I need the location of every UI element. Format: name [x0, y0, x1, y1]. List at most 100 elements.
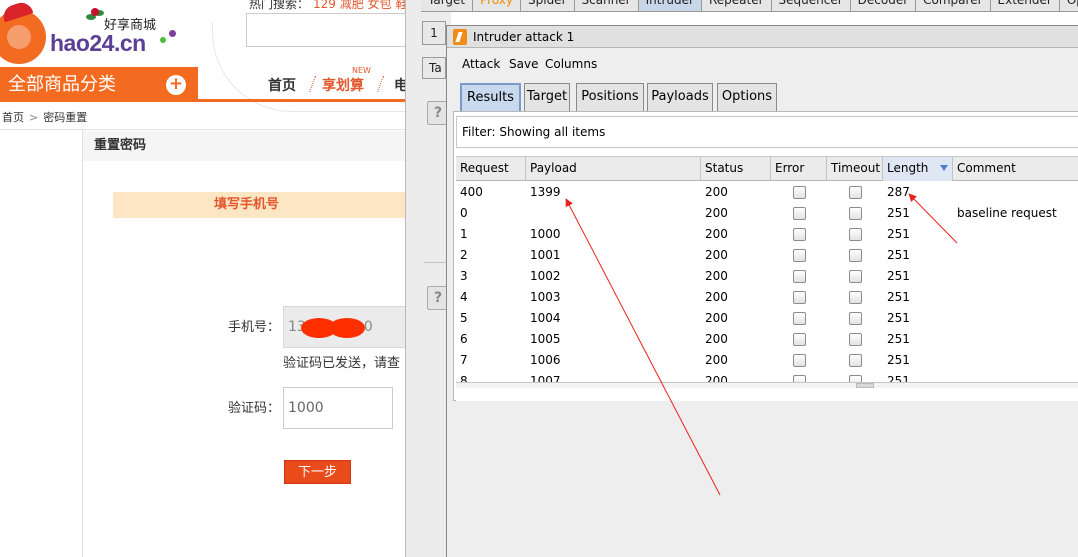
redaction-scribble: [301, 318, 365, 338]
timeout-checkbox[interactable]: [849, 333, 862, 346]
cell-request: 1: [460, 227, 468, 241]
menu-attack[interactable]: Attack: [462, 57, 500, 71]
cell-payload: 1001: [530, 248, 561, 262]
timeout-checkbox[interactable]: [849, 249, 862, 262]
category-menu-button[interactable]: 全部商品分类 +: [0, 67, 198, 102]
tab-spider[interactable]: Spider: [521, 0, 575, 11]
error-checkbox[interactable]: [793, 333, 806, 346]
logo-text: hao24.cn: [50, 30, 146, 56]
table-row[interactable]: 7 1006 200 251: [456, 350, 1078, 371]
error-checkbox[interactable]: [793, 312, 806, 325]
window-title-bar[interactable]: Intruder attack 1: [447, 26, 1078, 48]
timeout-checkbox[interactable]: [849, 291, 862, 304]
nav-bar: [198, 67, 410, 102]
cell-payload: 1002: [530, 269, 561, 283]
error-checkbox[interactable]: [793, 249, 806, 262]
cell-length: 251: [887, 248, 910, 262]
timeout-checkbox[interactable]: [849, 207, 862, 220]
request-tab-target[interactable]: Ta: [422, 57, 446, 79]
table-row[interactable]: 400 1399 200 287: [456, 182, 1078, 203]
cell-length: 251: [887, 332, 910, 346]
table-row[interactable]: 0 200 251 baseline request: [456, 203, 1078, 224]
tab-scanner[interactable]: Scanner: [575, 0, 639, 11]
cell-request: 7: [460, 353, 468, 367]
error-checkbox[interactable]: [793, 207, 806, 220]
timeout-checkbox[interactable]: [849, 228, 862, 241]
error-checkbox[interactable]: [793, 186, 806, 199]
nav-home-link[interactable]: 首页: [268, 75, 296, 95]
decoration-dot-icon: [169, 30, 176, 37]
tab-sequencer[interactable]: Sequencer: [772, 0, 851, 11]
hot-search: 热门搜索： 129 减肥 女包 鞋: [249, 0, 407, 12]
menu-columns[interactable]: Columns: [545, 57, 597, 71]
tab-repeater[interactable]: Repeater: [702, 0, 772, 11]
column-length[interactable]: Length: [883, 157, 953, 181]
tab-proxy[interactable]: Proxy: [473, 0, 521, 11]
tab-decoder[interactable]: Decoder: [851, 0, 917, 11]
menu-save[interactable]: Save: [509, 57, 538, 71]
cell-payload: 1004: [530, 311, 561, 325]
tab-results[interactable]: Results: [460, 83, 521, 111]
nav-deal-link[interactable]: 享划算: [322, 75, 364, 95]
timeout-checkbox[interactable]: [849, 186, 862, 199]
column-status[interactable]: Status: [701, 157, 771, 181]
column-request[interactable]: Request: [456, 157, 526, 181]
tab-target[interactable]: Target: [421, 0, 474, 11]
cell-request: 4: [460, 290, 468, 304]
column-timeout[interactable]: Timeout: [827, 157, 883, 181]
column-payload[interactable]: Payload: [526, 157, 701, 181]
tab-target[interactable]: Target: [524, 83, 570, 111]
filter-bar[interactable]: Filter: Showing all items: [456, 116, 1078, 148]
divider: [82, 130, 83, 557]
scrollbar-thumb[interactable]: [856, 383, 874, 388]
request-tab-1[interactable]: 1: [422, 21, 446, 45]
tab-positions[interactable]: Positions: [576, 83, 644, 111]
code-label: 验证码：: [228, 401, 281, 416]
breadcrumb-home[interactable]: 首页: [2, 111, 24, 124]
window-title: Intruder attack 1: [473, 30, 575, 44]
column-comment[interactable]: Comment: [953, 157, 1078, 181]
burp-main-window: 1 Ta ? ?: [405, 0, 452, 557]
table-row[interactable]: 3 1002 200 251: [456, 266, 1078, 287]
tab-intruder[interactable]: Intruder: [638, 0, 702, 11]
cell-status: 200: [705, 206, 728, 220]
table-row[interactable]: 2 1001 200 251: [456, 245, 1078, 266]
screenshot-root: 好享商城 hao24.cn 热门搜索： 129 减肥 女包 鞋 全部商品分类 + …: [0, 0, 1078, 557]
horizontal-scrollbar[interactable]: [456, 382, 1078, 388]
phone-value-suffix: 0: [363, 319, 373, 335]
burp-app-icon: [453, 29, 467, 45]
burp-top-tabs: Target Proxy Spider Scanner Intruder Repeater…: [421, 0, 1078, 12]
error-checkbox[interactable]: [793, 270, 806, 283]
tab-payloads[interactable]: Payloads: [647, 83, 713, 111]
tab-options[interactable]: Op: [1060, 0, 1078, 11]
cell-request: 6: [460, 332, 468, 346]
divider: [0, 129, 410, 130]
cell-request: 2: [460, 248, 468, 262]
error-checkbox[interactable]: [793, 228, 806, 241]
tab-extender[interactable]: Extender: [991, 0, 1060, 11]
timeout-checkbox[interactable]: [849, 270, 862, 283]
cell-length: 287: [887, 185, 910, 199]
table-row[interactable]: 4 1003 200 251: [456, 287, 1078, 308]
next-step-button[interactable]: 下一步: [284, 460, 351, 484]
cell-payload: 1003: [530, 290, 561, 304]
cell-status: 200: [705, 353, 728, 367]
results-table: Request Payload Status Error Timeout Len…: [456, 156, 1078, 401]
tab-options[interactable]: Options: [717, 83, 777, 111]
column-error[interactable]: Error: [771, 157, 827, 181]
timeout-checkbox[interactable]: [849, 354, 862, 367]
table-row[interactable]: 1 1000 200 251: [456, 224, 1078, 245]
verification-code-field[interactable]: 1000: [283, 387, 393, 429]
sort-descending-icon: [940, 165, 948, 171]
error-checkbox[interactable]: [793, 354, 806, 367]
cell-request: 3: [460, 269, 468, 283]
timeout-checkbox[interactable]: [849, 312, 862, 325]
hot-search-words[interactable]: 129 减肥 女包 鞋: [313, 0, 407, 11]
site-logo[interactable]: 好享商城 hao24.cn: [0, 0, 200, 66]
cell-status: 200: [705, 227, 728, 241]
tab-comparer[interactable]: Comparer: [916, 0, 991, 11]
cell-status: 200: [705, 290, 728, 304]
table-row[interactable]: 6 1005 200 251: [456, 329, 1078, 350]
error-checkbox[interactable]: [793, 291, 806, 304]
table-row[interactable]: 5 1004 200 251: [456, 308, 1078, 329]
